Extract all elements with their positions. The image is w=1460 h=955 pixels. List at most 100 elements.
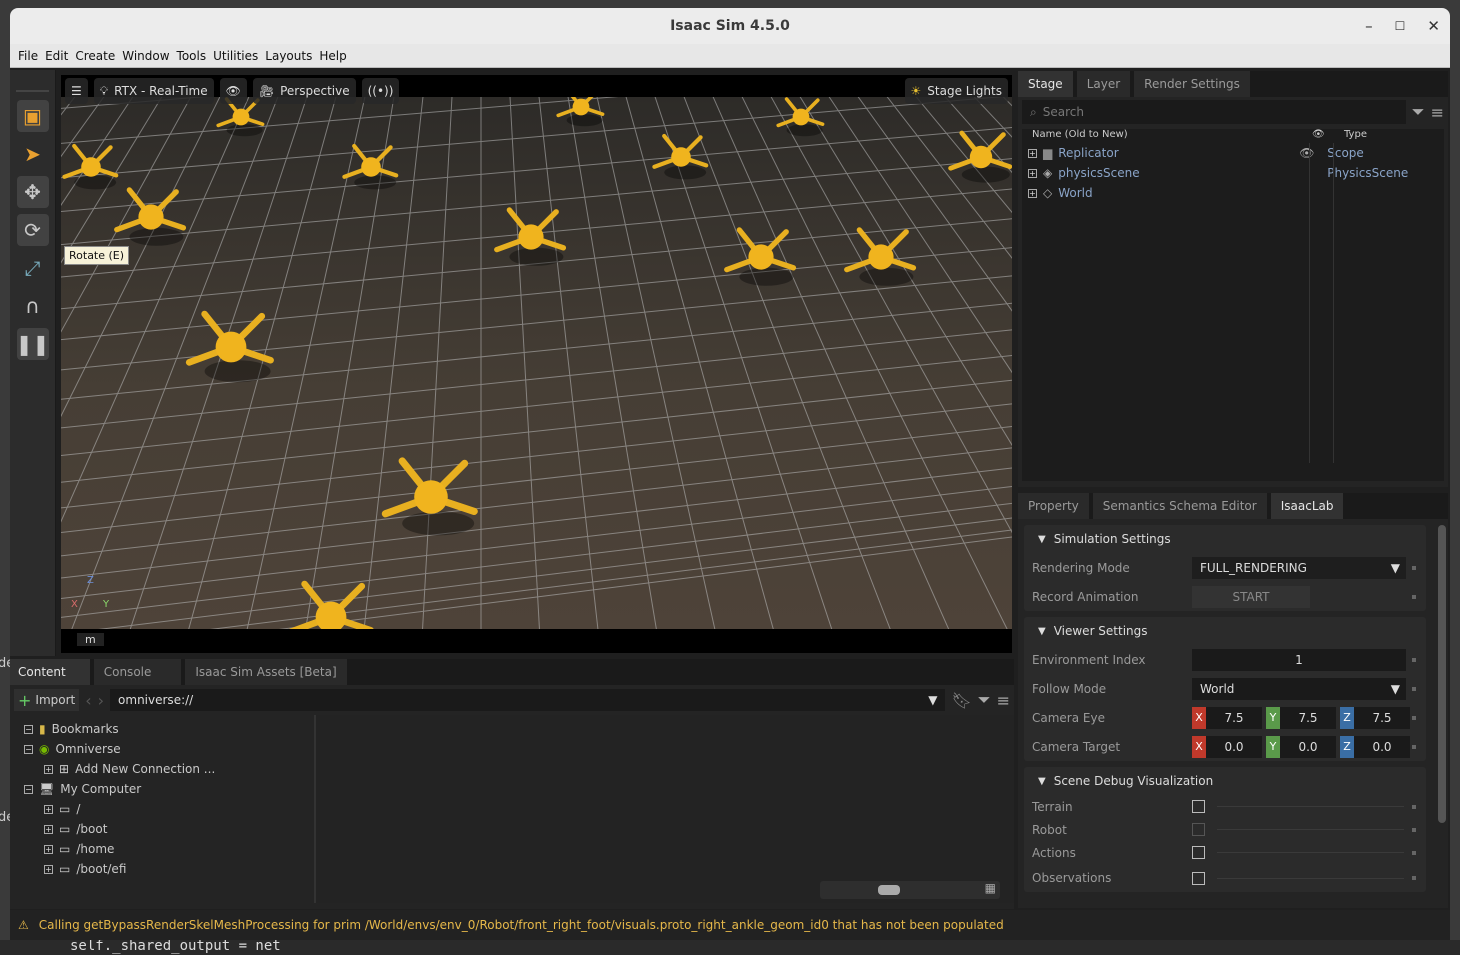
- robot-figure[interactable]: [724, 227, 797, 286]
- eye-icon[interactable]: 👁︎: [1299, 146, 1327, 160]
- back-arrow-icon[interactable]: ‹: [85, 691, 91, 710]
- rendering-mode-select[interactable]: FULL_RENDERING ▼: [1192, 556, 1406, 579]
- maximize-button[interactable]: ☐: [1395, 8, 1406, 44]
- move-icon[interactable]: ✥: [16, 176, 49, 208]
- select-mode-icon[interactable]: ▣: [16, 100, 49, 132]
- expand-icon[interactable]: +: [44, 844, 53, 854]
- menu-icon[interactable]: ≡: [1431, 103, 1444, 122]
- rotate-icon[interactable]: ⟳: [16, 214, 49, 246]
- filter-icon[interactable]: ⏷: [1412, 102, 1425, 122]
- broadcast-button[interactable]: ((•)): [361, 78, 400, 104]
- observations-checkbox[interactable]: [1192, 871, 1205, 885]
- robot-figure[interactable]: [288, 580, 374, 629]
- camera-target-z-field[interactable]: Z 0.0: [1340, 735, 1410, 758]
- tab-isaaclab[interactable]: IsaacLab: [1270, 493, 1344, 519]
- expand-icon[interactable]: +: [44, 824, 53, 834]
- tab-stage[interactable]: Stage: [1018, 71, 1073, 97]
- tab-content[interactable]: Content: [10, 659, 90, 685]
- collapse-icon[interactable]: −: [24, 784, 33, 794]
- bookmark-icon[interactable]: 🔖︎: [951, 691, 971, 710]
- collapse-icon[interactable]: −: [24, 724, 33, 734]
- pause-icon[interactable]: ❚❚: [16, 328, 49, 360]
- minimize-button[interactable]: –: [1365, 8, 1373, 44]
- tab-semantics[interactable]: Semantics Schema Editor: [1092, 493, 1267, 519]
- viewer-settings-header[interactable]: ▼ Viewer Settings: [1024, 617, 1426, 645]
- scene-render[interactable]: Z X Y: [61, 97, 1012, 629]
- robot-figure[interactable]: [652, 133, 709, 180]
- dropdown-arrow-icon[interactable]: ▼: [928, 693, 937, 707]
- tab-layer[interactable]: Layer: [1076, 71, 1131, 97]
- expand-icon[interactable]: +: [44, 864, 53, 874]
- camera-target-y-field[interactable]: Y 0.0: [1266, 735, 1336, 758]
- robot-figure[interactable]: [185, 310, 274, 383]
- terrain-checkbox[interactable]: [1192, 800, 1205, 813]
- tab-property[interactable]: Property: [1018, 493, 1089, 519]
- robot-figure[interactable]: [494, 207, 567, 266]
- scrollbar[interactable]: [1438, 525, 1446, 823]
- simulation-settings-header[interactable]: ▼ Simulation Settings: [1024, 525, 1426, 553]
- stage-lights-button[interactable]: ☀ Stage Lights: [904, 78, 1008, 104]
- camera-eye-x-field[interactable]: X 7.5: [1192, 706, 1262, 729]
- env-index-input[interactable]: 1: [1192, 648, 1406, 671]
- content-file-area[interactable]: ▦: [316, 715, 1014, 903]
- viewport[interactable]: Z X Y ☰ 💡︎ RTX - Real-Time 👁︎ 🎥︎ Perspecti…: [61, 75, 1012, 653]
- search-input[interactable]: ⌕ Search: [1022, 100, 1406, 124]
- tree-row-home[interactable]: + ▭ /home: [24, 839, 314, 859]
- camera-target-x-field[interactable]: X 0.0: [1192, 735, 1262, 758]
- menu-layouts[interactable]: Layouts: [265, 49, 312, 63]
- tree-row-add-connection[interactable]: + ⊞ Add New Connection ...: [24, 759, 314, 779]
- tree-row[interactable]: + ▆ Replicator 👁︎ Scope: [1022, 143, 1444, 163]
- select-arrow-icon[interactable]: ➤: [17, 138, 49, 170]
- menu-utilities[interactable]: Utilities: [213, 49, 258, 63]
- tab-console[interactable]: Console: [93, 659, 182, 685]
- scale-icon[interactable]: ⤢: [17, 252, 49, 284]
- visibility-button[interactable]: 👁︎: [219, 78, 247, 104]
- expand-icon[interactable]: +: [1028, 148, 1037, 158]
- tree-row-omniverse[interactable]: − ◉ Omniverse: [24, 739, 314, 759]
- viewport-settings-button[interactable]: ☰: [65, 78, 88, 104]
- render-mode-button[interactable]: 💡︎ RTX - Real-Time: [93, 78, 214, 104]
- snap-icon[interactable]: ∩: [17, 290, 49, 322]
- tab-render-settings[interactable]: Render Settings: [1134, 71, 1250, 97]
- robot-checkbox[interactable]: [1192, 823, 1205, 836]
- menu-help[interactable]: Help: [319, 49, 346, 63]
- robot-figure[interactable]: [381, 457, 478, 536]
- expand-icon[interactable]: +: [44, 764, 53, 774]
- menu-icon[interactable]: ≡: [997, 691, 1010, 710]
- tree-row-root[interactable]: + ▭ /: [24, 799, 314, 819]
- zoom-slider-handle[interactable]: [878, 885, 900, 895]
- expand-icon[interactable]: +: [44, 804, 53, 814]
- camera-button[interactable]: 🎥︎ Perspective: [252, 78, 356, 104]
- tab-assets[interactable]: Isaac Sim Assets [Beta]: [185, 659, 347, 685]
- tree-row[interactable]: + ◇ World: [1022, 183, 1444, 203]
- expand-icon[interactable]: +: [1028, 168, 1037, 178]
- filter-icon[interactable]: ⏷: [978, 690, 991, 710]
- tree-row-my-computer[interactable]: − 🖥︎ My Computer: [24, 779, 314, 799]
- menu-window[interactable]: Window: [122, 49, 169, 63]
- robot-figure[interactable]: [114, 187, 187, 246]
- menu-tools[interactable]: Tools: [177, 49, 207, 63]
- robot-figure[interactable]: [62, 143, 119, 190]
- record-start-button[interactable]: START: [1192, 585, 1310, 608]
- follow-mode-select[interactable]: World ▼: [1192, 677, 1406, 700]
- collapse-icon[interactable]: −: [24, 744, 33, 754]
- tree-row-boot-efi[interactable]: + ▭ /boot/efi: [24, 859, 314, 879]
- close-button[interactable]: ✕: [1427, 8, 1440, 44]
- expand-icon[interactable]: +: [1028, 188, 1037, 198]
- tree-row-boot[interactable]: + ▭ /boot: [24, 819, 314, 839]
- col-type-header[interactable]: Type: [1344, 129, 1367, 143]
- col-name-header[interactable]: Name (Old to New): [1022, 129, 1312, 143]
- tree-row-bookmarks[interactable]: − ▮ Bookmarks: [24, 719, 314, 739]
- forward-arrow-icon[interactable]: ›: [98, 691, 104, 710]
- camera-eye-y-field[interactable]: Y 7.5: [1266, 706, 1336, 729]
- menu-edit[interactable]: Edit: [45, 49, 68, 63]
- path-input[interactable]: omniverse:// ▼: [110, 689, 946, 711]
- tree-row[interactable]: + ◈ physicsScene PhysicsScene: [1022, 163, 1444, 183]
- menu-create[interactable]: Create: [75, 49, 115, 63]
- camera-eye-z-field[interactable]: Z 7.5: [1340, 706, 1410, 729]
- actions-checkbox[interactable]: [1192, 846, 1205, 859]
- robot-figure[interactable]: [948, 130, 1012, 183]
- menu-file[interactable]: File: [18, 49, 38, 63]
- debug-vis-header[interactable]: ▼ Scene Debug Visualization: [1024, 767, 1426, 795]
- import-button[interactable]: + Import: [14, 689, 80, 711]
